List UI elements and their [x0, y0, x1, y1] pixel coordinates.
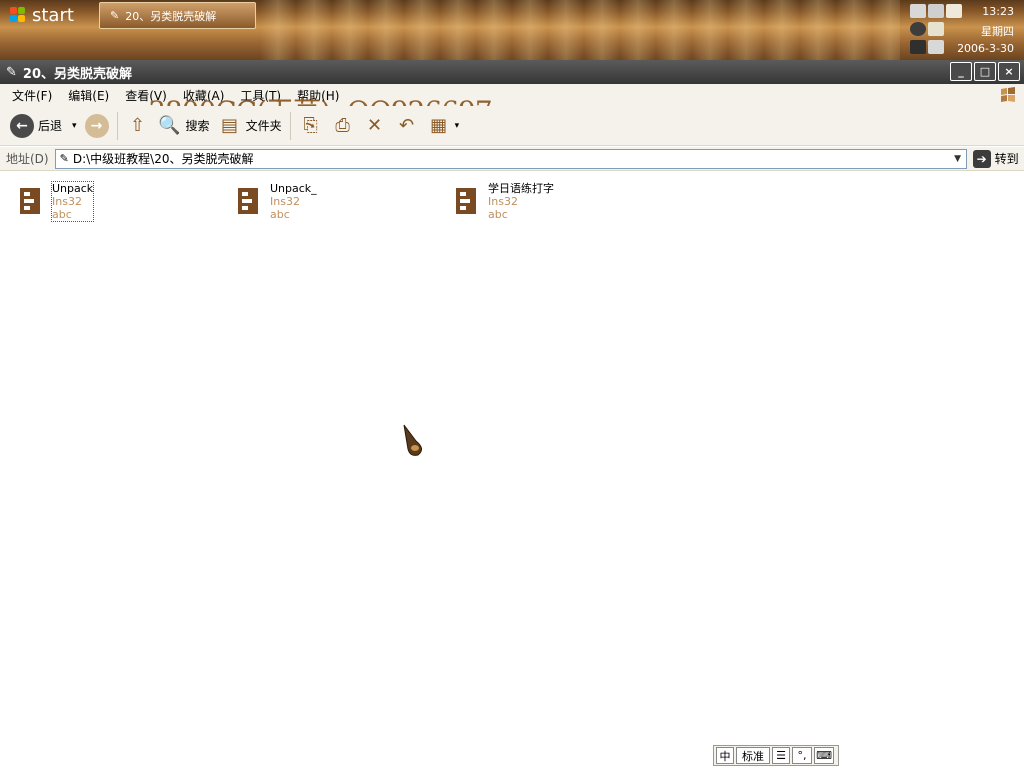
file-list-area[interactable]: Unpack Ins32 abc Unpack_ Ins32 abc 学日语练打…: [0, 172, 1024, 768]
file-name: Unpack: [52, 182, 94, 195]
ime-mode-button[interactable]: 中: [716, 747, 734, 764]
move-to-icon: ⎘: [303, 115, 318, 136]
address-dropdown-icon[interactable]: ▼: [950, 150, 966, 168]
ime-punct-button[interactable]: °,: [792, 747, 812, 764]
taskbar-window-label: 20、另类脱壳破解: [125, 9, 217, 23]
tray-app-icon[interactable]: [928, 22, 944, 36]
ime-style-button[interactable]: 标准: [736, 747, 770, 764]
folder-icon: ✎: [110, 9, 120, 22]
maximize-button[interactable]: □: [974, 62, 996, 81]
clock-date: 2006-3-30: [957, 42, 1014, 55]
delete-button[interactable]: ✕: [359, 110, 391, 142]
start-button[interactable]: start: [0, 0, 92, 30]
minimize-button[interactable]: _: [950, 62, 972, 81]
go-label: 转到: [994, 152, 1019, 166]
window-titlebar[interactable]: ✎ 20、另类脱壳破解 _ □ ×: [0, 60, 1024, 84]
file-item[interactable]: 学日语练打字 Ins32 abc: [452, 182, 554, 221]
taskbar-background-art: [260, 0, 900, 60]
file-type: Ins32: [52, 195, 82, 208]
ime-toolbar: 中 标准 ☰ °, ⌨: [713, 745, 839, 766]
file-name: Unpack_: [270, 182, 317, 195]
back-dropdown-icon[interactable]: ▾: [72, 121, 77, 131]
tray-computer-icon[interactable]: [928, 40, 944, 54]
folders-label: 文件夹: [245, 119, 282, 133]
forward-button[interactable]: →: [81, 110, 113, 142]
address-label: 地址(D): [6, 152, 49, 166]
toolbar: ← 后退 ▾ → ⇧ 🔍 搜索 ▤ 文件夹 ⎘ ⎙ ✕ ↶ ▦ ▾: [0, 106, 1024, 146]
window-title: 20、另类脱壳破解: [22, 66, 132, 82]
folders-button[interactable]: ▤ 文件夹: [214, 110, 286, 142]
delete-icon: ✕: [367, 115, 383, 136]
start-label: start: [32, 4, 74, 26]
display-icon[interactable]: [928, 4, 944, 18]
search-label: 搜索: [185, 119, 210, 133]
file-sub: abc: [270, 208, 290, 221]
search-button[interactable]: 🔍 搜索: [154, 110, 214, 142]
file-type: Ins32: [270, 195, 300, 208]
back-arrow-icon: ←: [10, 113, 34, 138]
file-type: Ins32: [488, 195, 518, 208]
file-item[interactable]: Unpack_ Ins32 abc: [234, 182, 317, 221]
file-text: Unpack Ins32 abc: [50, 181, 95, 222]
menu-edit[interactable]: 编辑(E): [60, 87, 117, 104]
file-sub: abc: [488, 208, 508, 221]
clock-time[interactable]: 13:23: [982, 5, 1014, 18]
copy-to-button[interactable]: ⎙: [327, 110, 359, 142]
file-name: 学日语练打字: [488, 182, 554, 195]
back-button[interactable]: ← 后退 ▾: [6, 110, 81, 142]
clock-weekday: 星期四: [981, 25, 1014, 38]
undo-icon: ↶: [399, 115, 415, 136]
keyboard-icon[interactable]: ⌨: [814, 747, 834, 764]
views-button[interactable]: ▦ ▾: [423, 110, 464, 142]
menu-file[interactable]: 文件(F): [4, 87, 60, 104]
taskbar-window-button[interactable]: ✎ 20、另类脱壳破解: [99, 2, 256, 29]
search-icon: 🔍: [158, 115, 181, 136]
file-text: 学日语练打字 Ins32 abc: [488, 182, 554, 221]
installer-icon: [456, 188, 476, 214]
file-text: Unpack_ Ins32 abc: [270, 182, 317, 221]
windows-logo-icon: [10, 7, 26, 23]
close-button[interactable]: ×: [998, 62, 1020, 81]
messenger-icon[interactable]: [910, 22, 926, 36]
file-item[interactable]: Unpack Ins32 abc: [16, 181, 95, 222]
copy-to-icon: ⎙: [335, 115, 350, 136]
system-tray: 13:23 星期四 2006-3-30: [904, 0, 1024, 60]
forward-arrow-icon: →: [84, 113, 109, 138]
address-bar: 地址(D) ✎ D:\中级班教程\20、另类脱壳破解 ▼ ➔ 转到: [0, 147, 1024, 171]
views-icon: ▦: [430, 115, 448, 136]
address-folder-icon: ✎: [59, 152, 69, 165]
ime-tray-icon[interactable]: [910, 40, 926, 54]
move-to-button[interactable]: ⎘: [295, 110, 327, 142]
up-folder-icon: ⇧: [130, 115, 146, 136]
window-folder-icon: ✎: [6, 64, 17, 80]
window-controls: _ □ ×: [950, 62, 1020, 81]
back-label: 后退: [38, 119, 63, 133]
views-dropdown-icon: ▾: [454, 120, 460, 131]
windows-flag-icon: [1001, 87, 1015, 102]
up-folder-button[interactable]: ⇧: [122, 110, 154, 142]
play-icon[interactable]: [946, 4, 962, 18]
mouse-cursor-icon: [403, 424, 422, 456]
address-input[interactable]: ✎ D:\中级班教程\20、另类脱壳破解 ▼: [54, 148, 967, 169]
network-icon[interactable]: [910, 4, 926, 18]
toolbar-separator: [289, 111, 291, 140]
ime-shape-icon[interactable]: ☰: [772, 747, 790, 764]
installer-icon: [20, 188, 40, 214]
file-sub: abc: [52, 208, 72, 221]
taskbar: start ✎ 20、另类脱壳破解 13:23 星期四 2006-3-30: [0, 0, 1024, 60]
go-arrow-icon: ➔: [972, 149, 991, 168]
toolbar-separator: [116, 111, 118, 140]
address-value: D:\中级班教程\20、另类脱壳破解: [72, 152, 254, 166]
folders-icon: ▤: [221, 115, 239, 136]
go-button[interactable]: ➔ 转到: [972, 149, 1019, 168]
undo-button[interactable]: ↶: [391, 110, 423, 142]
installer-icon: [238, 188, 258, 214]
